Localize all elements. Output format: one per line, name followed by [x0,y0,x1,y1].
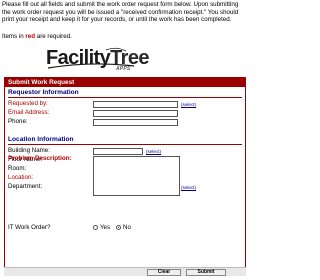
phone-label: Phone: [8,118,28,125]
intro-text: Please fill out all fields and submit th… [2,1,239,24]
requested-by-select-text[interactable]: (select) [181,102,196,107]
requestor-section-title: Requestor Information [8,89,79,96]
department-label: Department: [8,183,43,190]
logo-facility: Facility [46,47,111,69]
it-work-order-yes-radio[interactable] [93,225,98,230]
required-suffix: are required. [35,33,72,40]
building-name-label: Building Name: [8,147,50,154]
requested-by-label: Requested by: [8,100,48,107]
it-work-order-label: IT Work Order? [8,224,51,231]
problem-description-label: Problem Description: [8,155,72,162]
logo-apps: APPS [116,66,131,72]
building-name-input[interactable] [93,148,143,155]
requested-by-select-link[interactable]: (select) [181,102,196,107]
email-label: Email Address: [8,109,50,116]
location-label: Location: [8,174,34,181]
email-input[interactable] [93,110,178,117]
problem-description-textarea[interactable] [93,156,180,196]
work-request-form: Submit Work Request Requestor Informatio… [4,77,246,276]
requestor-section-divider [8,97,242,98]
required-note: Items in red are required. [2,33,72,40]
location-section-title: Location Information [8,136,74,143]
required-prefix: Items in [2,33,26,40]
department-select-text[interactable]: (select) [181,185,196,190]
requested-by-input[interactable] [93,101,178,108]
it-work-order-no-label: No [123,224,131,231]
facilitytree-logo: FacilityTree APPS [46,47,149,73]
room-label: Room: [8,165,27,172]
clear-button[interactable]: Clear [147,269,181,276]
logo-wordmark: FacilityTree [46,47,149,69]
form-button-bar: Clear Submit [4,267,246,276]
department-select-link[interactable]: (select) [181,185,196,190]
building-select-text[interactable]: (select) [146,149,161,154]
building-select-link[interactable]: (select) [146,149,161,154]
required-word: red [25,33,36,40]
submit-button[interactable]: Submit [186,269,226,276]
location-section-divider [8,144,242,145]
phone-input[interactable] [93,119,178,126]
it-work-order-no-radio[interactable] [116,225,121,230]
it-work-order-yes-label: Yes [100,224,111,231]
form-title: Submit Work Request [5,78,245,87]
